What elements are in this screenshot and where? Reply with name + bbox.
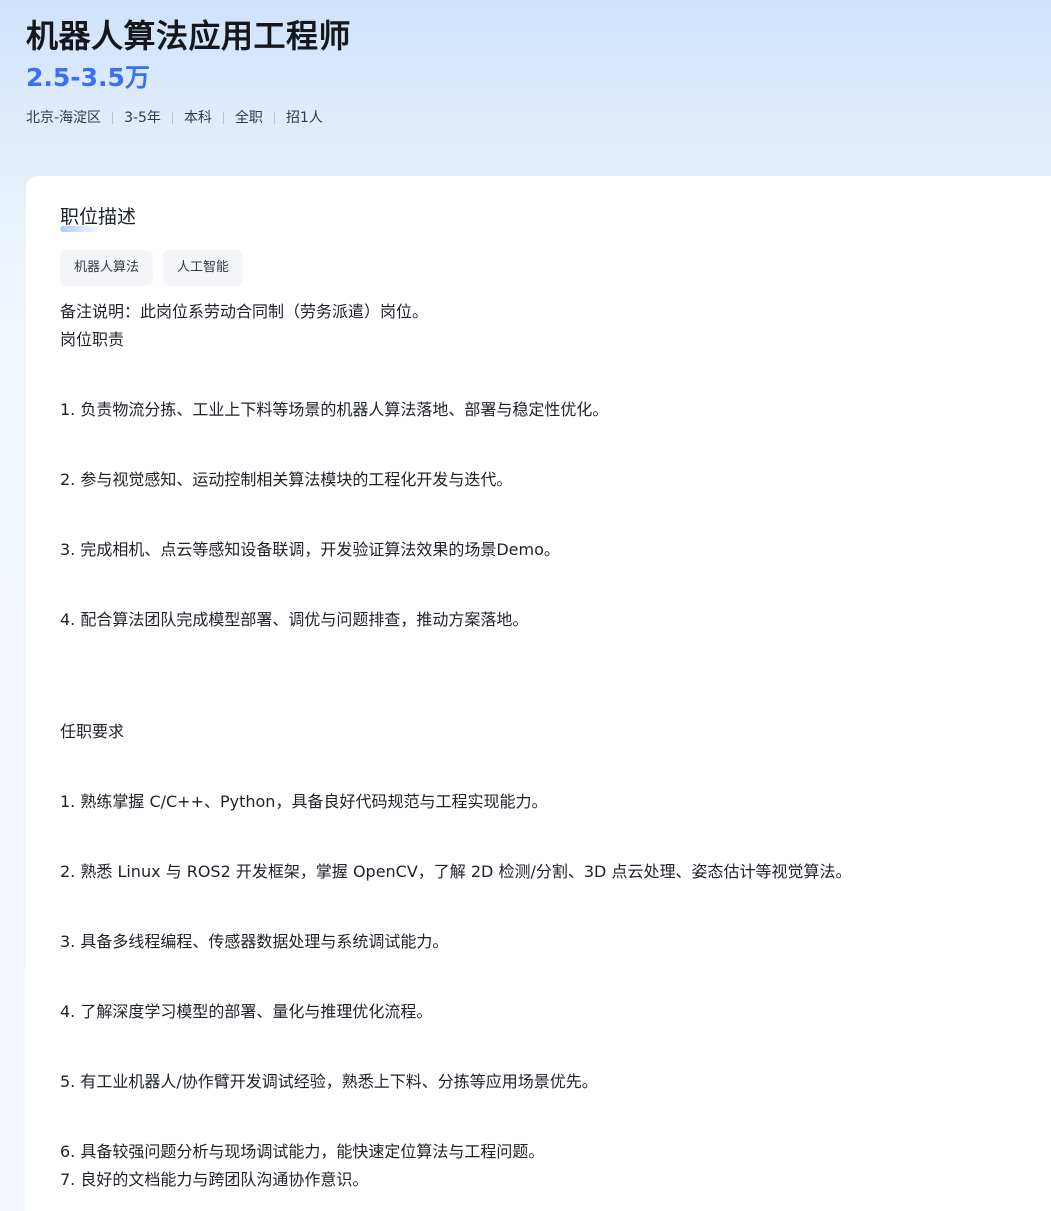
- employment-note: 备注说明：此岗位系劳动合同制（劳务派遣）岗位。: [60, 302, 429, 321]
- requirement-item: 1. 熟练掌握 C/C++、Python，具备良好代码规范与工程实现能力。: [60, 792, 548, 811]
- salary-range: 2.5-3.5万: [26, 63, 150, 92]
- duty-item: 3. 完成相机、点云等感知设备联调，开发验证算法效果的场景Demo。: [60, 540, 560, 559]
- job-meta: 北京-海淀区 3-5年 本科 全职 招1人: [26, 108, 1031, 128]
- job-tags: 机器人算法 人工智能: [60, 250, 1046, 286]
- requirement-item: 3. 具备多线程编程、传感器数据处理与系统调试能力。: [60, 932, 449, 951]
- job-title: 机器人算法应用工程师: [26, 17, 352, 55]
- job-description-card: 职位描述 机器人算法 人工智能 备注说明：此岗位系劳动合同制（劳务派遣）岗位。 …: [26, 176, 1051, 1211]
- duties-heading: 岗位职责: [60, 330, 125, 349]
- meta-divider: [222, 112, 224, 124]
- requirement-item: 6. 具备较强问题分析与现场调试能力，能快速定位算法与工程问题。: [60, 1142, 545, 1161]
- meta-divider: [273, 112, 275, 124]
- requirement-item: 2. 熟悉 Linux 与 ROS2 开发框架，掌握 OpenCV，了解 2D …: [60, 862, 852, 881]
- meta-job-type: 全职: [234, 110, 263, 126]
- job-description-text: 备注说明：此岗位系劳动合同制（劳务派遣）岗位。 岗位职责 1. 负责物流分拣、工…: [60, 298, 1046, 1194]
- tag-robot-algorithm[interactable]: 机器人算法: [60, 250, 154, 286]
- meta-divider: [112, 112, 114, 124]
- duty-item: 1. 负责物流分拣、工业上下料等场景的机器人算法落地、部署与稳定性优化。: [60, 400, 609, 419]
- meta-experience: 3-5年: [124, 110, 161, 126]
- meta-location: 北京-海淀区: [26, 110, 102, 126]
- meta-education: 本科: [183, 110, 212, 126]
- job-detail-page: 机器人算法应用工程师 2.5-3.5万 北京-海淀区 3-5年 本科 全职 招1…: [0, 0, 1051, 1211]
- meta-divider: [171, 112, 173, 124]
- tag-ai[interactable]: 人工智能: [163, 250, 244, 286]
- requirement-item: 4. 了解深度学习模型的部署、量化与推理优化流程。: [60, 1002, 433, 1021]
- job-header: 机器人算法应用工程师 2.5-3.5万 北京-海淀区 3-5年 本科 全职 招1…: [26, 14, 1031, 128]
- duty-item: 4. 配合算法团队完成模型部署、调优与问题排查，推动方案落地。: [60, 610, 529, 629]
- requirements-heading: 任职要求: [60, 722, 125, 741]
- requirement-item: 7. 良好的文档能力与跨团队沟通协作意识。: [60, 1170, 369, 1189]
- meta-headcount: 招1人: [285, 110, 323, 126]
- section-title-text: 职位描述: [60, 206, 137, 228]
- section-title: 职位描述: [60, 204, 137, 232]
- requirement-item: 5. 有工业机器人/协作臂开发调试经验，熟悉上下料、分拣等应用场景优先。: [60, 1072, 598, 1091]
- duty-item: 2. 参与视觉感知、运动控制相关算法模块的工程化开发与迭代。: [60, 470, 513, 489]
